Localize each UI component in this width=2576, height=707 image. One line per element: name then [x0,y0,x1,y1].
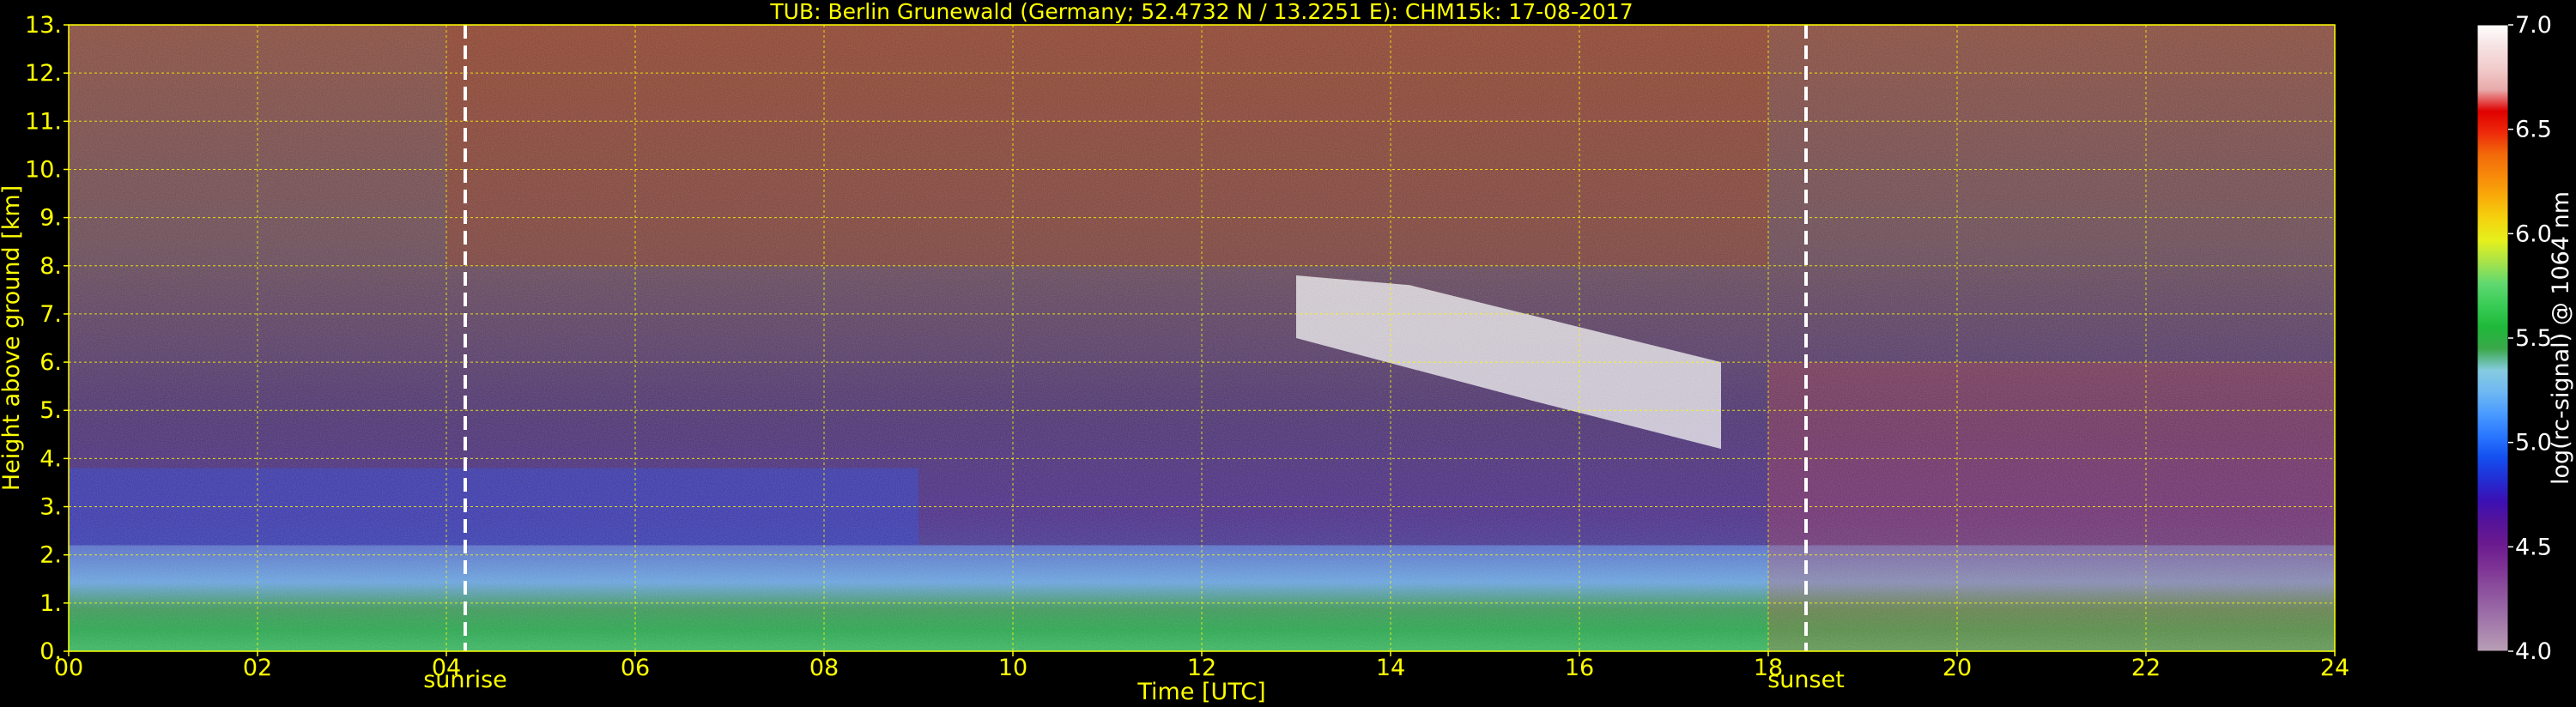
y-tick-label: 12. [25,60,62,87]
x-tick-label: 12 [1187,655,1216,681]
x-tick-label: 00 [54,655,83,681]
colorbar-ticks: 4.0 4.5 5.0 5.5 6.0 6.5 7.0 [2508,12,2552,665]
x-tick-label: 14 [1376,655,1405,681]
lidar-chart: TUB: Berlin Grunewald (Germany; 52.4732 … [0,0,2574,705]
colorbar-tick-label: 4.5 [2515,534,2552,560]
x-tick-label: 20 [1943,655,1972,681]
y-tick-label: 1. [39,590,62,617]
y-tick-label: 11. [25,108,62,135]
colorbar-tick-label: 7.0 [2515,12,2552,39]
colorbar-tick-label: 5.0 [2515,430,2552,456]
chart-title: TUB: Berlin Grunewald (Germany; 52.4732 … [769,0,1633,24]
x-tick-label: 06 [621,655,650,681]
x-tick-label: 10 [998,655,1027,681]
colorbar-tick-label: 6.5 [2515,117,2552,143]
y-tick-label: 8. [39,253,62,280]
y-axis-label: Height above ground [km] [0,185,25,491]
x-tick-label: 02 [243,655,272,681]
x-axis-label: Time [UTC] [1136,679,1265,705]
y-tick-label: 2. [39,542,62,569]
sunset-label: sunset [1767,667,1845,693]
y-tick-label: 6. [39,349,62,376]
y-tick-label: 3. [39,494,62,521]
y-tick-label: 4. [39,445,62,472]
colorbar-label: log(rc-signal) @ 1064 nm [2548,191,2574,485]
y-tick-label: 13. [25,12,62,39]
plot-area [68,24,2336,652]
colorbar-rect [2476,24,2509,652]
y-tick-label: 7. [39,301,62,328]
colorbar-tick-label: 5.5 [2515,325,2552,352]
colorbar-tick-label: 4.0 [2515,638,2552,665]
y-tick-label: 5. [39,397,62,424]
colorbar: 4.0 4.5 5.0 5.5 6.0 6.5 7.0 log(rc-signal) @ 1… [2476,12,2574,665]
x-tick-label: 16 [1565,655,1594,681]
y-tick-label: 9. [39,205,62,232]
y-axis-ticks: 0.1.2.3.4.5.6.7.8.9.10.11.12.13. [25,12,69,665]
x-tick-label: 22 [2131,655,2161,681]
y-tick-label: 10. [25,156,62,183]
sunrise-label: sunrise [423,667,507,693]
x-tick-label: 08 [809,655,839,681]
x-tick-label: 24 [2320,655,2349,681]
colorbar-tick-label: 6.0 [2515,221,2552,247]
